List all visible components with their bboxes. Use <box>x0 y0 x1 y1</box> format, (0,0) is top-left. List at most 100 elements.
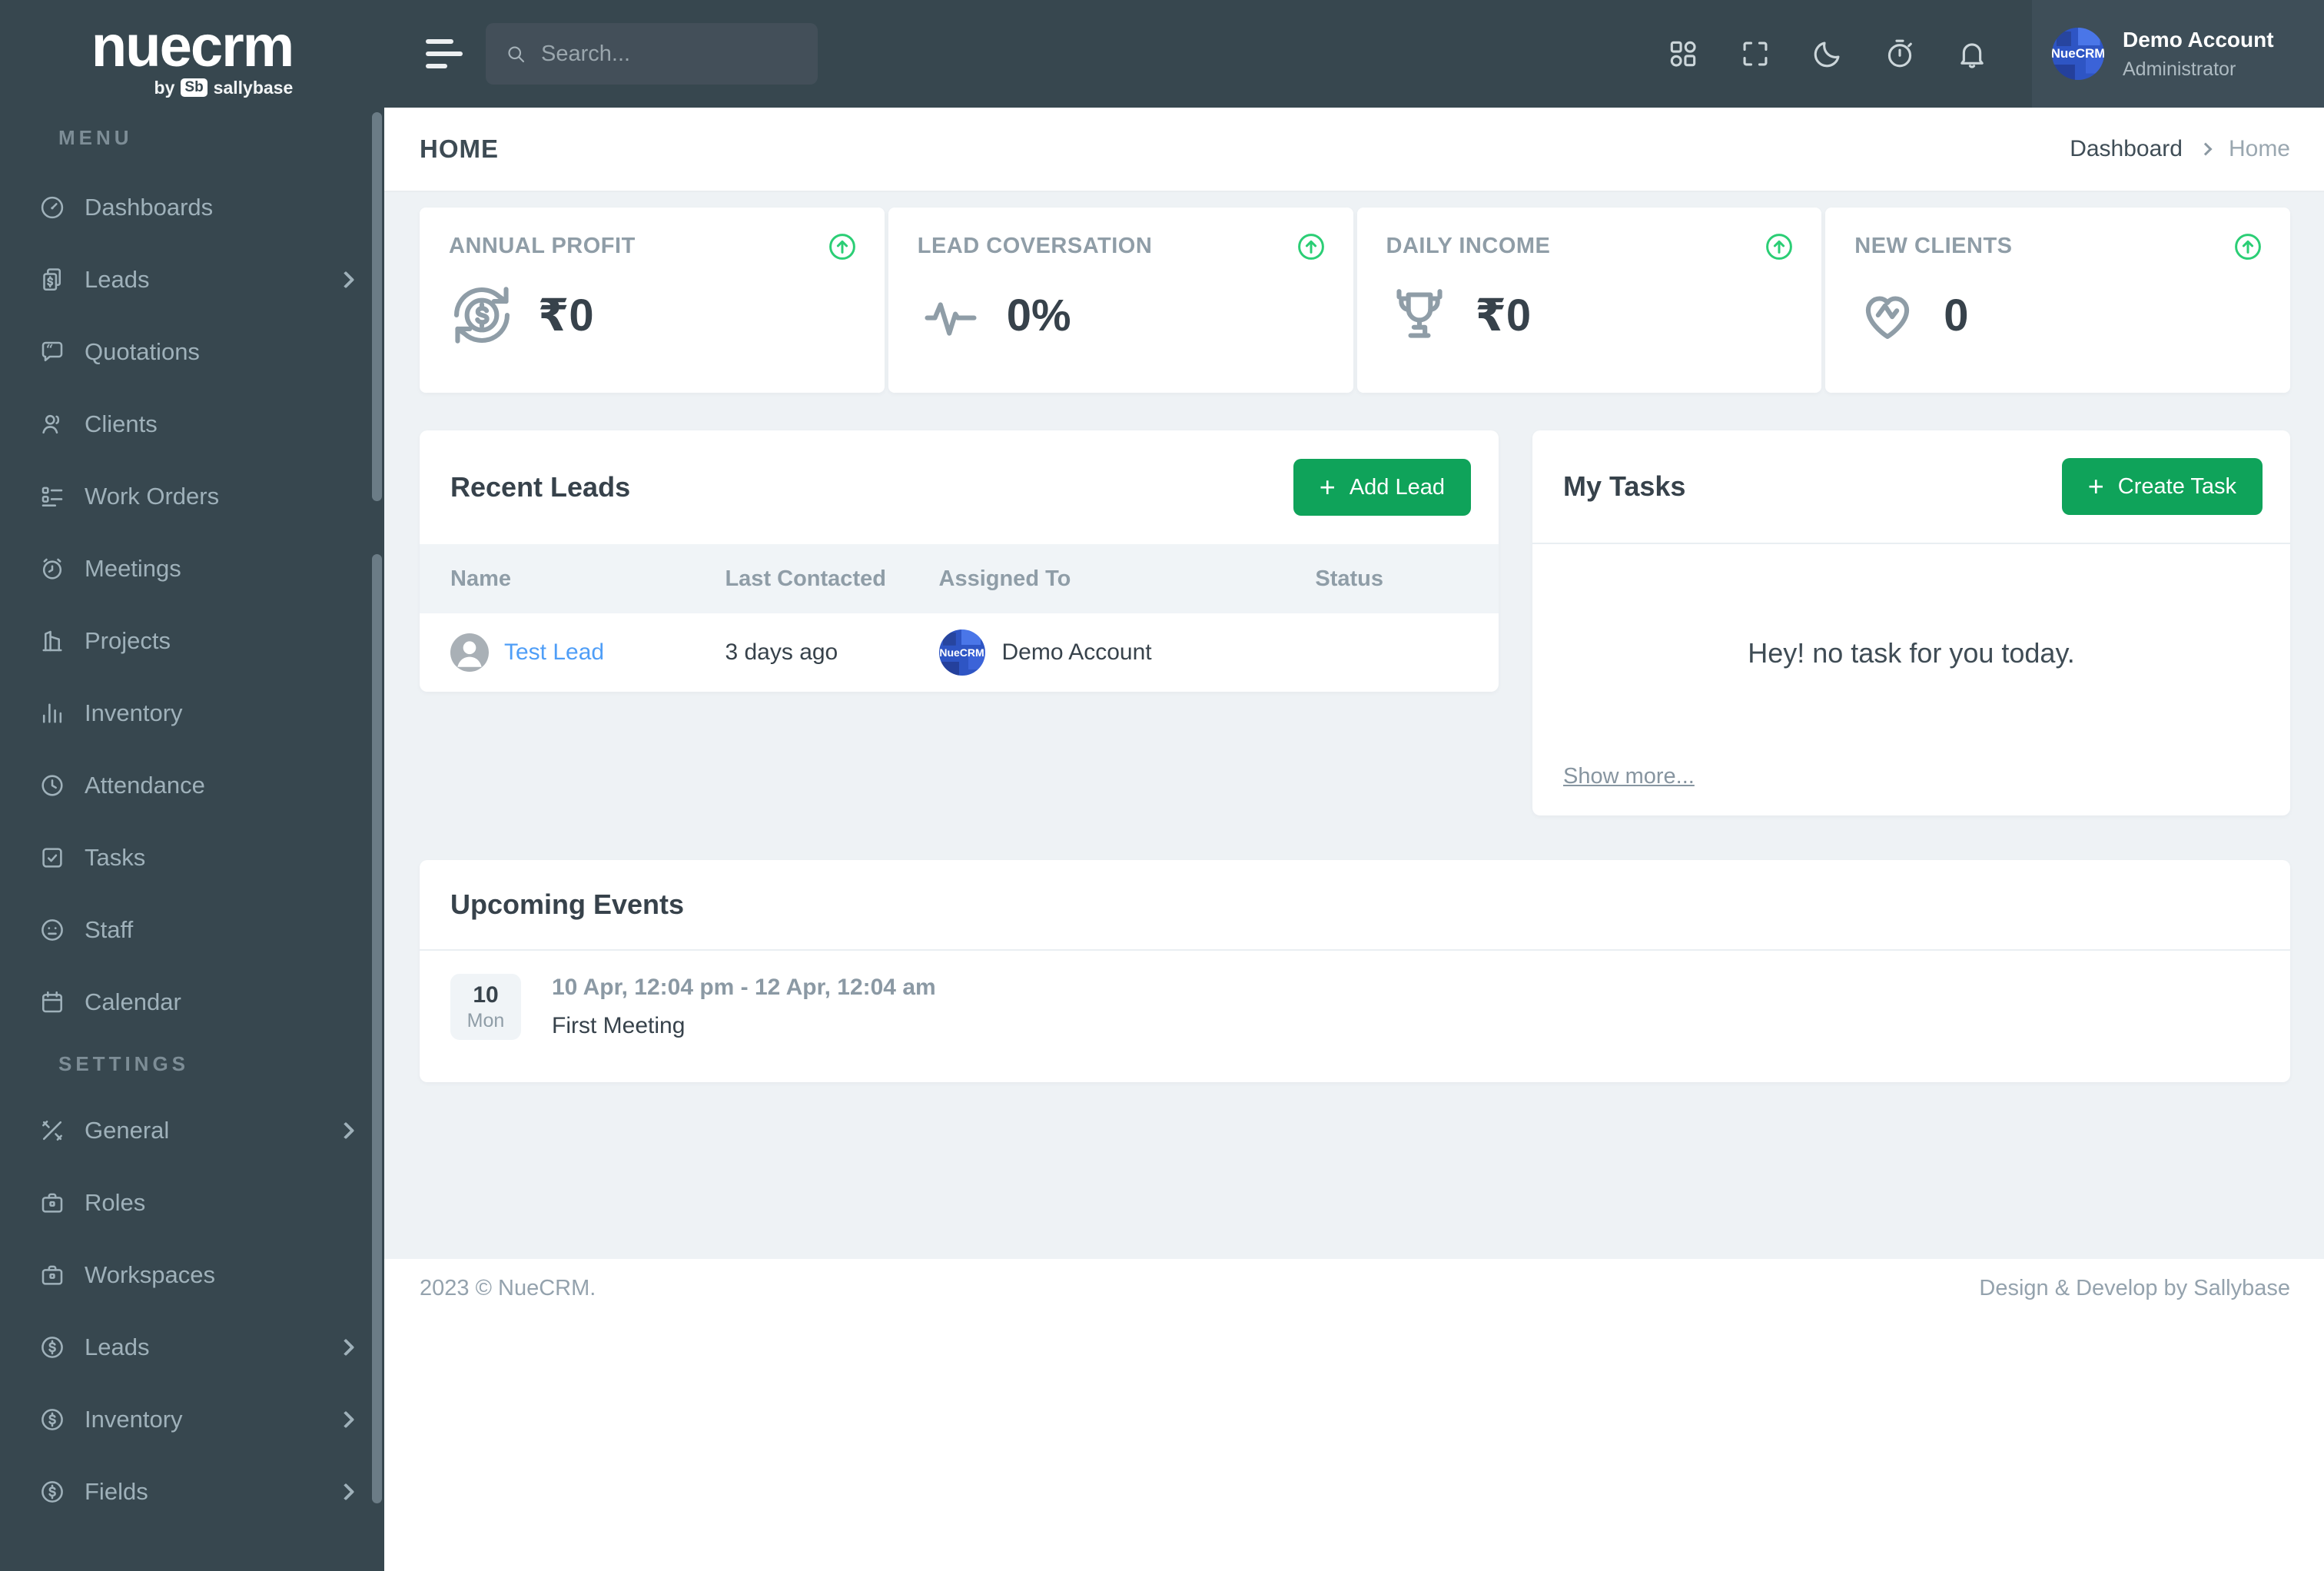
event-details: 10 Apr, 12:04 pm - 12 Apr, 12:04 am First… <box>552 975 936 1039</box>
arrow-up-circle-icon <box>2232 231 2264 263</box>
currency-cycle-icon <box>449 282 515 348</box>
main-region: NueCRM Demo Account Administrator HOME D… <box>384 0 2324 1571</box>
sidebar-item-roles[interactable]: Roles <box>0 1167 384 1239</box>
sidebar-item-label: Projects <box>85 627 171 654</box>
svg-text:“: “ <box>46 342 54 357</box>
sidebar-item-quotations[interactable]: “ Quotations <box>0 316 384 388</box>
search-input[interactable] <box>541 41 772 67</box>
sidebar-item-general[interactable]: General <box>0 1094 384 1167</box>
sidebar-item-fields[interactable]: Fields <box>0 1456 384 1528</box>
brand-logo[interactable]: nuecrm by Sb sallybase <box>0 0 384 115</box>
sidebar-item-staff[interactable]: Staff <box>0 894 384 966</box>
add-lead-button[interactable]: + Add Lead <box>1293 459 1471 516</box>
alarm-icon <box>38 555 66 583</box>
bar-chart-icon <box>38 699 66 727</box>
leads-table-body: Test Lead 3 days ago NueCRM Demo Account <box>420 613 1499 692</box>
briefcase-icon <box>38 1261 66 1289</box>
stat-card-daily-income: DAILY INCOME ₹0 <box>1356 208 1822 393</box>
sidebar-item-meetings[interactable]: Meetings <box>0 533 384 605</box>
sidebar-settings-list: General Roles Workspaces Leads Inventory Fiel… <box>0 1094 384 1528</box>
list-icon <box>38 483 66 510</box>
sidebar-item-leads[interactable]: Leads <box>0 244 384 316</box>
brand-wordmark: nuecrm <box>91 13 295 79</box>
sidebar-item-tasks[interactable]: Tasks <box>0 822 384 894</box>
quote-bubble-icon: “ <box>38 338 66 366</box>
dollar-circle-icon <box>38 1478 66 1506</box>
search-box[interactable] <box>486 23 818 85</box>
sidebar-item-attendance[interactable]: Attendance <box>0 749 384 822</box>
topbar-actions <box>1666 37 2032 71</box>
sidebar-item-label: Fields <box>85 1478 148 1505</box>
content-area: ANNUAL PROFIT ₹0 LEAD COVERSATION 0% DAILY I… <box>384 192 2324 1259</box>
arrow-up-circle-icon <box>1763 231 1795 263</box>
stopwatch-icon[interactable] <box>1883 37 1917 71</box>
leads-table-header: Name Last Contacted Assigned To Status <box>420 544 1499 613</box>
footer-credit-link[interactable]: Design & Develop by Sallybase <box>1979 1276 2290 1571</box>
page-title: HOME <box>420 135 499 163</box>
column-header-last-contacted: Last Contacted <box>725 566 886 591</box>
lead-last-contacted: 3 days ago <box>725 639 838 665</box>
event-day: 10 <box>473 981 499 1008</box>
sidebar-item-label: Clients <box>85 410 158 437</box>
sidebar-item-projects[interactable]: Projects <box>0 605 384 677</box>
sidebar-item-workspaces[interactable]: Workspaces <box>0 1239 384 1311</box>
lead-assigned-name: Demo Account <box>1001 639 1152 665</box>
sidebar: nuecrm by Sb sallybase MENU Dashboards Le… <box>0 0 384 1571</box>
my-tasks-title: My Tasks <box>1563 470 1686 502</box>
sidebar-item-calendar[interactable]: Calendar <box>0 966 384 1038</box>
sidebar-item-label: Meetings <box>85 555 181 582</box>
apps-grid-icon[interactable] <box>1666 37 1700 71</box>
sidebar-item-leads[interactable]: Leads <box>0 1311 384 1383</box>
footer-copyright: 2023 © NueCRM. <box>420 1276 596 1300</box>
sidebar-item-work-orders[interactable]: Work Orders <box>0 460 384 533</box>
stat-value: 0% <box>1006 290 1071 340</box>
user-name: Demo Account <box>2123 27 2274 51</box>
column-header-assigned-to: Assigned To <box>938 566 1071 591</box>
sidebar-item-clients[interactable]: Clients <box>0 388 384 460</box>
user-role: Administrator <box>2123 58 2236 80</box>
stat-value: 0 <box>1944 290 1969 340</box>
sidebar-item-inventory[interactable]: Inventory <box>0 677 384 749</box>
event-date-box: 10 Mon <box>450 974 521 1040</box>
recent-leads-card: Recent Leads + Add Lead Name Last Contact… <box>420 430 1499 692</box>
bell-icon[interactable] <box>1955 37 1989 71</box>
sidebar-item-label: Dashboards <box>85 194 214 221</box>
show-more-link[interactable]: Show more... <box>1563 764 1695 789</box>
breadcrumb: Dashboard Home <box>2070 136 2290 162</box>
sidebar-toggle-icon[interactable] <box>426 39 463 68</box>
sidebar-scrollbar-thumb[interactable] <box>372 554 382 1503</box>
lead-name-link[interactable]: Test Lead <box>504 639 604 666</box>
sidebar-item-label: Inventory <box>85 1406 183 1433</box>
fullscreen-icon[interactable] <box>1738 37 1772 71</box>
lead-row: Test Lead 3 days ago NueCRM Demo Account <box>420 613 1499 692</box>
chevron-right-icon <box>337 1410 355 1429</box>
invoice-icon <box>38 266 66 294</box>
no-tasks-message: Hey! no task for you today. <box>1748 636 2075 669</box>
sidebar-scrollbar-thumb[interactable] <box>372 112 382 501</box>
assigned-avatar: NueCRM <box>938 629 985 676</box>
stat-card-new-clients: NEW CLIENTS 0 <box>1825 208 2290 393</box>
user-menu[interactable]: NueCRM Demo Account Administrator <box>2032 0 2324 108</box>
clock-icon <box>38 772 66 799</box>
sidebar-item-label: Inventory <box>85 699 183 726</box>
event-item[interactable]: 10 Mon 10 Apr, 12:04 pm - 12 Apr, 12:04 am… <box>420 951 2290 1040</box>
search-icon <box>504 42 527 65</box>
moon-icon[interactable] <box>1811 37 1844 71</box>
dollar-circle-icon <box>38 1334 66 1361</box>
events-list: 10 Mon 10 Apr, 12:04 pm - 12 Apr, 12:04 am… <box>420 951 2290 1040</box>
sidebar-item-label: Quotations <box>85 338 200 365</box>
create-task-button[interactable]: + Create Task <box>2061 458 2263 515</box>
sidebar-item-dashboards[interactable]: Dashboards <box>0 171 384 244</box>
chevron-right-icon <box>2199 142 2213 156</box>
stat-value: ₹0 <box>1475 291 1532 340</box>
gauge-icon <box>38 194 66 221</box>
stat-label: DAILY INCOME <box>1386 234 1551 258</box>
sidebar-item-inventory[interactable]: Inventory <box>0 1383 384 1456</box>
dollar-circle-icon <box>38 1406 66 1433</box>
recent-leads-title: Recent Leads <box>450 471 631 503</box>
breadcrumb-dashboard[interactable]: Dashboard <box>2070 136 2183 162</box>
trophy-icon <box>1386 282 1452 348</box>
sidebar-item-label: Leads <box>85 1334 150 1360</box>
page-titlebar: HOME Dashboard Home <box>384 108 2324 192</box>
column-header-name: Name <box>450 566 511 591</box>
